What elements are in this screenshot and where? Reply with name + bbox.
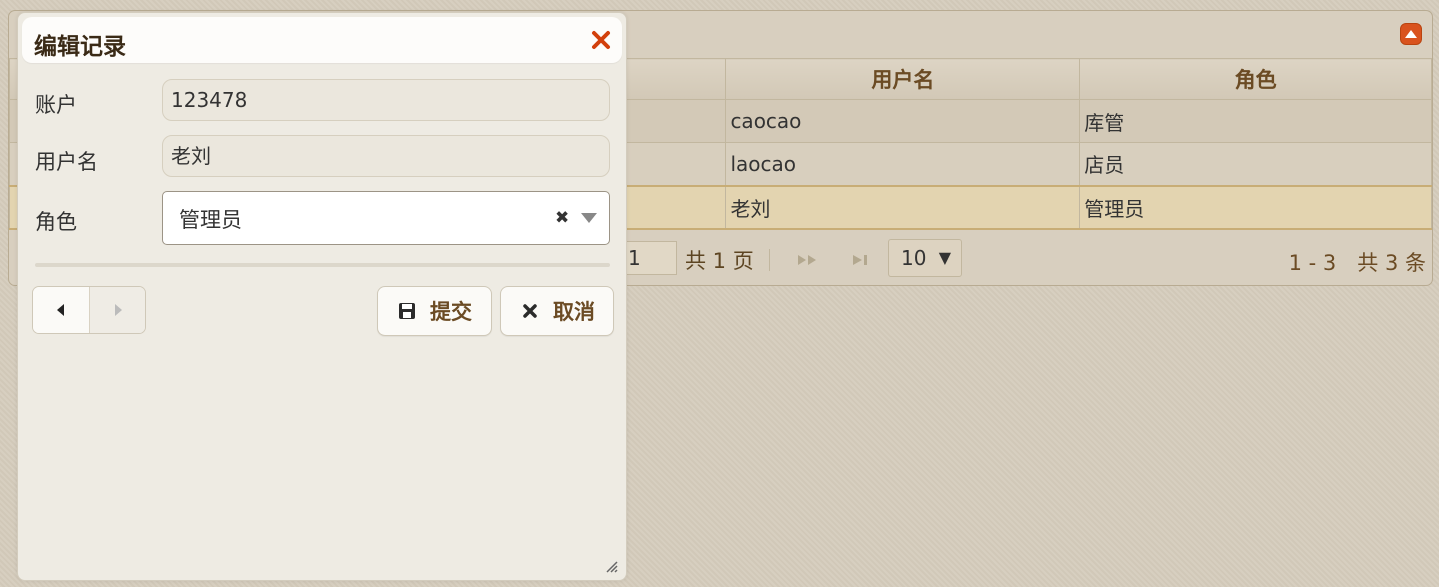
next-page-icon[interactable] [796, 251, 822, 269]
cell-username: laocao [725, 142, 1081, 186]
cell-role: 库管 [1079, 99, 1432, 143]
collapse-grid-button[interactable] [1400, 23, 1422, 45]
cell-role: 店员 [1079, 142, 1432, 186]
total-pages-text: 共 1 页 [685, 249, 754, 273]
page-size-select[interactable]: 10 ▼ [888, 239, 962, 277]
dialog-titlebar[interactable]: 编辑记录 [22, 17, 622, 63]
username-label: 用户名 [35, 150, 98, 174]
caret-down-icon: ▼ [938, 248, 951, 267]
next-record-button[interactable] [90, 287, 145, 333]
save-icon [398, 302, 416, 320]
last-page-icon[interactable] [850, 251, 876, 269]
cell-role: 管理员 [1079, 184, 1432, 230]
record-count-text: 1 - 3 共 3 条 [1288, 251, 1426, 275]
submit-button[interactable]: 提交 [377, 286, 492, 336]
role-label: 角色 [35, 210, 77, 234]
record-navigation [32, 286, 146, 334]
dropdown-arrow-icon[interactable] [581, 213, 597, 223]
dialog-title: 编辑记录 [34, 34, 126, 60]
page-size-value: 10 [901, 246, 927, 270]
triangle-right-icon [115, 304, 122, 316]
role-select-value: 管理员 [179, 208, 242, 232]
previous-record-button[interactable] [33, 287, 90, 333]
close-icon [592, 31, 610, 49]
chevron-up-icon [1405, 30, 1417, 38]
username-field[interactable]: 老刘 [162, 135, 610, 177]
cancel-icon [521, 302, 539, 320]
form-divider [35, 263, 610, 267]
clear-selection-icon[interactable]: ✖ [555, 208, 569, 228]
account-label: 账户 [35, 93, 77, 117]
cancel-button[interactable]: 取消 [500, 286, 614, 336]
edit-record-dialog: 编辑记录 账户 123478 用户名 老刘 角色 管理员 ✖ 提交 取消 [17, 12, 627, 581]
cell-username: 老刘 [725, 184, 1081, 230]
resize-grip-icon[interactable] [604, 558, 618, 573]
cancel-label: 取消 [553, 300, 595, 324]
role-select[interactable]: 管理员 ✖ [162, 191, 610, 245]
column-header-username[interactable]: 用户名 [725, 58, 1081, 100]
pager-divider [769, 249, 770, 271]
column-header-role[interactable]: 角色 [1079, 58, 1432, 100]
triangle-left-icon [57, 304, 64, 316]
cell-username: caocao [725, 99, 1081, 143]
account-field[interactable]: 123478 [162, 79, 610, 121]
submit-label: 提交 [430, 300, 472, 324]
close-button[interactable] [590, 29, 612, 51]
